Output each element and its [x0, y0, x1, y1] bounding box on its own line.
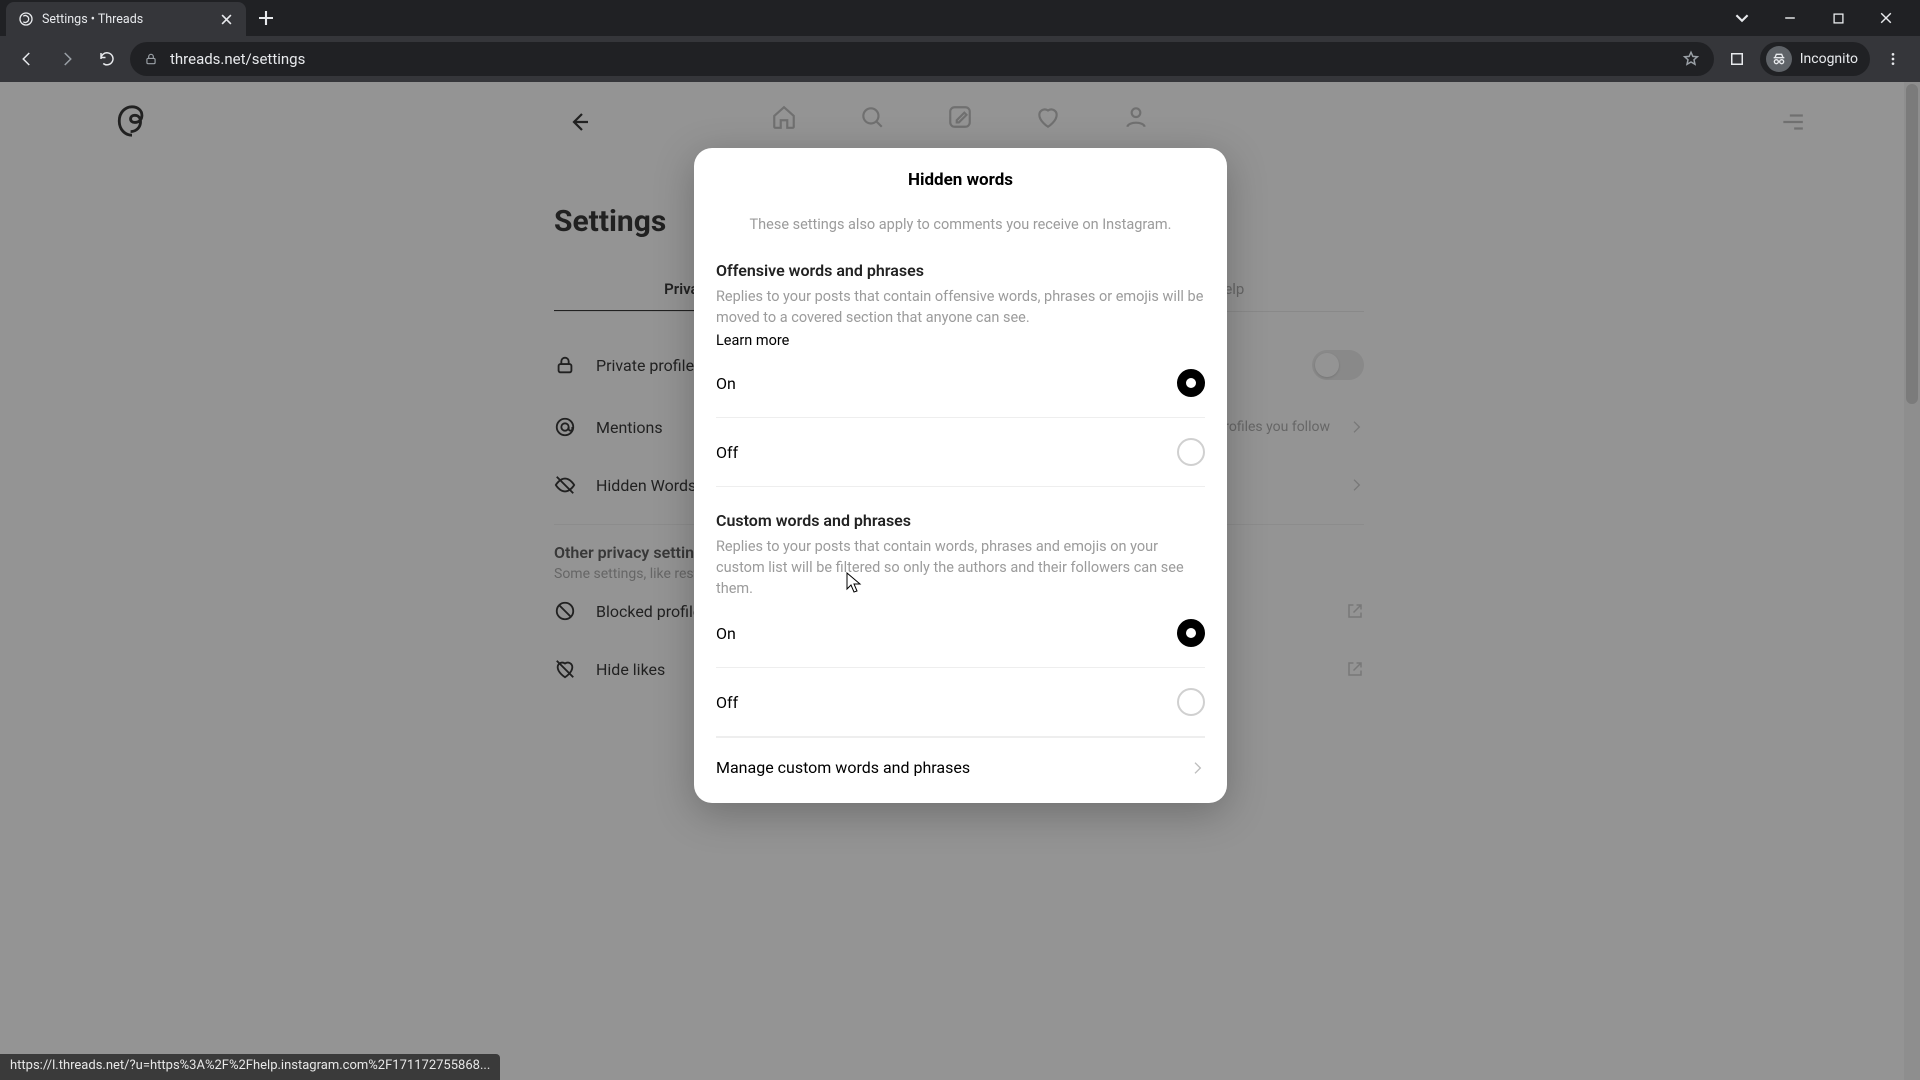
custom-heading: Custom words and phrases: [716, 511, 1205, 530]
browser-tab[interactable]: Settings • Threads: [6, 2, 246, 36]
nav-forward-button[interactable]: [50, 42, 84, 76]
tab-close-icon[interactable]: [218, 11, 234, 27]
custom-on-option[interactable]: On: [716, 599, 1205, 668]
tab-strip: Settings • Threads: [0, 0, 1920, 36]
new-tab-button[interactable]: [252, 4, 280, 32]
radio-unchecked-icon[interactable]: [1177, 438, 1205, 466]
learn-more-link[interactable]: Learn more: [716, 332, 789, 349]
option-label: On: [716, 374, 736, 393]
modal-caption: These settings also apply to comments yo…: [716, 216, 1205, 233]
offensive-heading: Offensive words and phrases: [716, 261, 1205, 280]
offensive-desc: Replies to your posts that contain offen…: [716, 286, 1205, 328]
custom-desc: Replies to your posts that contain words…: [716, 536, 1205, 599]
incognito-label: Incognito: [1800, 51, 1858, 67]
favicon-icon: [18, 11, 34, 27]
window-controls: [1720, 3, 1914, 33]
offensive-on-option[interactable]: On: [716, 349, 1205, 418]
incognito-chip[interactable]: Incognito: [1760, 42, 1870, 76]
chevron-right-icon: [1189, 760, 1205, 776]
tab-title: Settings • Threads: [42, 12, 210, 27]
viewport: Settings Privacy Account Help Private pr…: [0, 82, 1920, 1080]
window-close-button[interactable]: [1864, 3, 1908, 33]
minimize-button[interactable]: [1768, 3, 1812, 33]
option-label: On: [716, 624, 736, 643]
modal-title: Hidden words: [694, 170, 1227, 190]
manage-custom-words-row[interactable]: Manage custom words and phrases: [716, 737, 1205, 795]
address-bar[interactable]: threads.net/settings: [130, 42, 1714, 76]
extensions-icon[interactable]: [1720, 42, 1754, 76]
custom-off-option[interactable]: Off: [716, 668, 1205, 737]
browser-menu-icon[interactable]: [1876, 42, 1910, 76]
radio-unchecked-icon[interactable]: [1177, 688, 1205, 716]
radio-checked-icon[interactable]: [1177, 369, 1205, 397]
bookmark-star-icon[interactable]: [1682, 50, 1700, 68]
url-text: threads.net/settings: [170, 50, 305, 68]
offensive-off-option[interactable]: Off: [716, 418, 1205, 487]
option-label: Off: [716, 443, 738, 462]
nav-back-button[interactable]: [10, 42, 44, 76]
browser-chrome: Settings • Threads threads.net/settings: [0, 0, 1920, 82]
status-bar-url: https://l.threads.net/?u=https%3A%2F%2Fh…: [10, 1058, 490, 1073]
radio-checked-icon[interactable]: [1177, 619, 1205, 647]
option-label: Off: [716, 693, 738, 712]
browser-toolbar: threads.net/settings Incognito: [0, 36, 1920, 82]
manage-label: Manage custom words and phrases: [716, 758, 970, 777]
hidden-words-modal: Hidden words These settings also apply t…: [694, 148, 1227, 803]
lock-icon: [144, 52, 158, 66]
status-bar: https://l.threads.net/?u=https%3A%2F%2Fh…: [0, 1054, 500, 1080]
incognito-icon: [1766, 46, 1792, 72]
nav-reload-button[interactable]: [90, 42, 124, 76]
chevron-down-icon[interactable]: [1720, 3, 1764, 33]
maximize-button[interactable]: [1816, 3, 1860, 33]
